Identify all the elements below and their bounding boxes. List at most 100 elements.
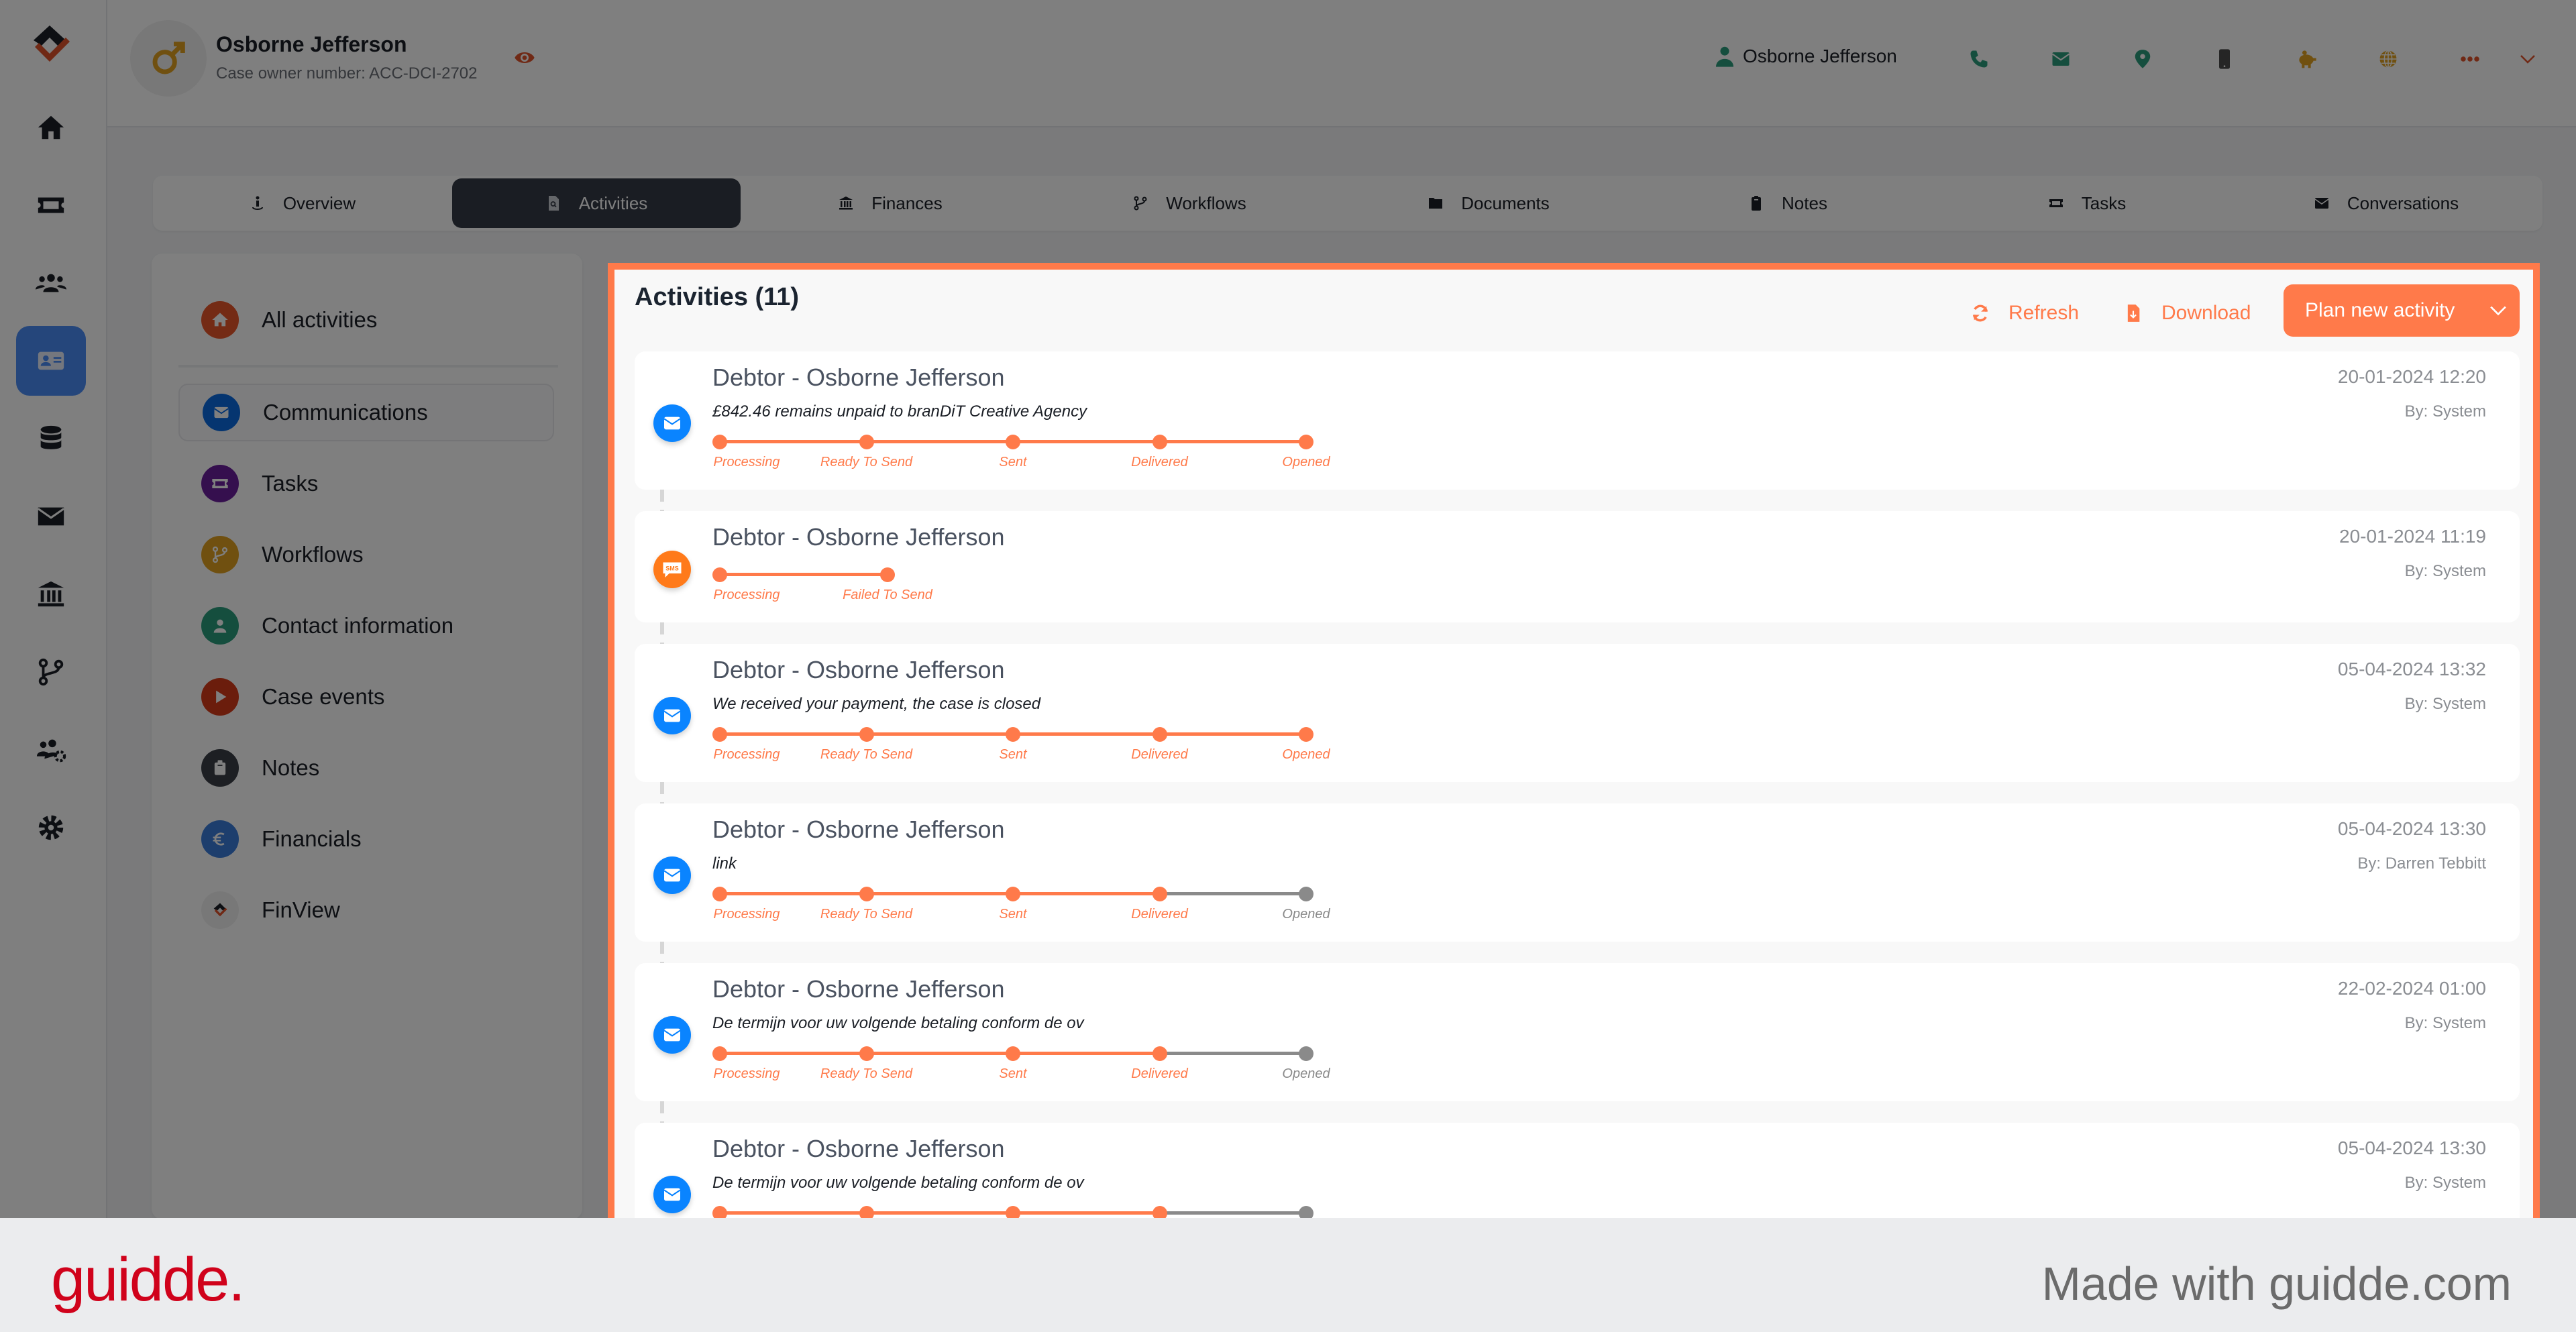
menu-tasks[interactable]: Tasks [178,455,554,512]
status-label: Ready To Send [820,747,913,762]
bank-icon [38,581,64,607]
menu-financials[interactable]: Financials [178,810,554,868]
menu-all-activities[interactable]: All activities [178,291,554,349]
male-gender-icon [152,42,185,74]
rail-tickets[interactable] [16,170,86,240]
status-connector [1013,732,1160,736]
activity-card[interactable]: Debtor - Osborne Jefferson De termijn voo… [635,1123,2520,1218]
case-header: Osborne Jefferson Case owner number: ACC… [107,0,2576,127]
activity-title: Debtor - Osborne Jefferson [712,1135,1005,1162]
status-label: Processing [713,455,780,469]
status-node [859,1206,874,1218]
menu-communications[interactable]: Communications [178,384,554,441]
plan-new-activity-button[interactable]: Plan new activity [2284,284,2520,337]
menu-finview[interactable]: FinView [178,881,554,939]
activity-card[interactable]: Debtor - Osborne Jefferson link 05-04-2024… [635,803,2520,942]
tab-notes[interactable]: Notes [1638,178,1937,228]
status-tracker: Processing Ready To Send Sent Delivered Open… [712,727,1330,765]
avatar [130,20,207,97]
menu-notes[interactable]: Notes [178,739,554,797]
address-button[interactable] [2129,46,2156,72]
activity-date: 20-01-2024 12:20 [2337,366,2486,387]
status-connector [1013,892,1160,895]
status-node [859,727,874,742]
phone-button[interactable] [1966,46,1992,72]
download-button[interactable]: Download [2124,302,2251,325]
status-label: Delivered [1131,907,1188,922]
status-connector [866,440,1013,443]
tab-tasks[interactable]: Tasks [1937,178,2237,228]
rail-bank[interactable] [16,559,86,629]
header-user[interactable]: Osborne Jefferson [1716,46,1897,67]
rail-contacts[interactable] [16,326,86,396]
activity-title: Debtor - Osborne Jefferson [712,816,1005,843]
refresh-button[interactable]: Refresh [1971,302,2079,325]
email-button[interactable] [2047,46,2074,72]
tab-activities[interactable]: Activities [452,178,741,228]
menu-contact-information[interactable]: Contact information [178,597,554,655]
activity-author: By: System [2404,402,2486,421]
branch-icon [201,536,239,573]
mobile-button[interactable] [2211,46,2238,72]
status-node [1006,1206,1020,1218]
gear-icon [38,815,64,840]
header-expand-button[interactable] [2514,46,2541,72]
activity-card[interactable]: Debtor - Osborne Jefferson £842.46 remain… [635,351,2520,490]
status-node [859,435,874,449]
status-node [859,1046,874,1061]
status-connector [1013,440,1160,443]
status-node [1299,1046,1313,1061]
user-icon [201,607,239,645]
file-download-icon [2127,304,2140,322]
users-icon [36,274,66,292]
activity-card[interactable]: Debtor - Osborne Jefferson We received yo… [635,644,2520,782]
rail-home[interactable] [16,93,86,162]
tab-overview[interactable]: Overview [153,178,452,228]
ticket-icon [2049,199,2063,207]
rail-workflows[interactable] [16,637,86,707]
status-connector [1159,892,1306,895]
tab-label: Documents [1461,192,1550,213]
branch-icon [1134,196,1147,211]
tab-conversations[interactable]: Conversations [2237,178,2536,228]
status-label: Opened [1282,455,1330,469]
activity-filter-menu: All activities Communications Tasks Work… [152,254,582,1218]
bank-icon [839,197,853,210]
app-logo-icon[interactable] [27,20,78,67]
tab-documents[interactable]: Documents [1339,178,1638,228]
menu-case-events[interactable]: Case events [178,668,554,726]
activity-card[interactable]: SMS Debtor - Osborne Jefferson 20-01-2024 … [635,511,2520,622]
activity-subtitle: We received your payment, the case is cl… [712,695,1041,713]
rail-mail[interactable] [16,482,86,551]
status-node [1152,727,1167,742]
status-node [1152,887,1167,901]
envelope-icon [653,404,691,442]
rail-users[interactable] [16,248,86,318]
rail-settings[interactable] [16,793,86,863]
status-connector [720,892,867,895]
menu-workflows[interactable]: Workflows [178,526,554,584]
status-label: Sent [999,1066,1027,1081]
tab-workflows[interactable]: Workflows [1040,178,1339,228]
rail-database[interactable] [16,404,86,474]
status-label: Ready To Send [820,455,913,469]
activity-author: By: System [2404,562,2486,580]
status-node [1006,1046,1020,1061]
more-button[interactable] [2457,46,2483,72]
refresh-label: Refresh [2008,302,2080,324]
person-pin-icon [252,196,263,210]
status-connector [720,440,867,443]
eye-icon[interactable] [514,47,535,68]
timeline-connector [660,622,664,644]
rail-user-settings[interactable] [16,715,86,785]
activity-card[interactable]: Debtor - Osborne Jefferson De termijn voo… [635,963,2520,1101]
envelope-icon [653,856,691,894]
status-node [880,567,895,582]
savings-button[interactable] [2293,46,2320,72]
menu-label: Contact information [262,613,454,638]
tab-finances[interactable]: Finances [741,178,1040,228]
status-node [712,1206,727,1218]
website-button[interactable] [2375,46,2402,72]
timeline-connector [660,1101,664,1123]
play-icon [201,678,239,716]
